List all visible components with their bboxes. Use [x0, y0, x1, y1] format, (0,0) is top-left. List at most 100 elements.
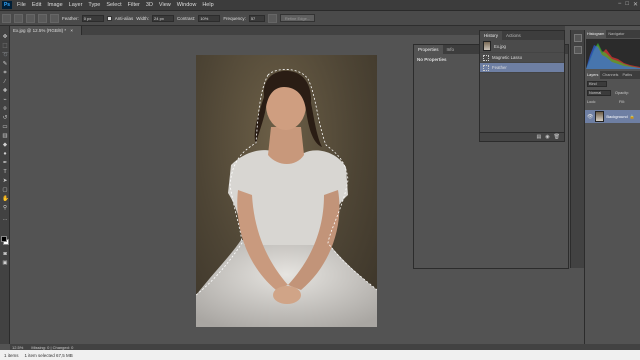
- dodge-tool-icon[interactable]: ●: [2, 151, 8, 157]
- clone-stamp-tool-icon[interactable]: ⍟: [2, 106, 8, 112]
- explorer-status-strip: 1 items 1 item selected 67,5 MB: [0, 350, 640, 360]
- fill-label: Fill:: [619, 100, 625, 104]
- layer-name: Background: [606, 114, 628, 119]
- history-footer: ▤ ◉ 🗑: [480, 132, 564, 141]
- bride-photo: [196, 69, 377, 327]
- tab-channels[interactable]: Channels: [600, 71, 620, 79]
- menu-select[interactable]: Select: [103, 2, 124, 8]
- new-document-from-state-icon[interactable]: ▤: [537, 134, 542, 140]
- tab-history[interactable]: History: [480, 31, 503, 40]
- quick-mask-icon[interactable]: ◙: [2, 251, 8, 257]
- history-panel: History Actions Ex.jpg Magnetic Lasso Fe…: [479, 30, 565, 142]
- menu-edit[interactable]: Edit: [29, 2, 44, 8]
- menu-3d[interactable]: 3D: [143, 2, 156, 8]
- document-tab[interactable]: Ex.jpg @ 12.5% (RGB/8) * ×: [10, 26, 82, 35]
- minimize-button[interactable]: −: [618, 1, 622, 8]
- tab-actions[interactable]: Actions: [502, 31, 525, 40]
- brush-tool-icon[interactable]: ⌁: [2, 97, 8, 103]
- history-item[interactable]: Magnetic Lasso: [480, 53, 564, 63]
- frequency-label: Frequency:: [223, 15, 246, 21]
- properties-panel-icon[interactable]: [574, 46, 582, 54]
- intersect-selection-icon[interactable]: [50, 13, 59, 23]
- path-selection-tool-icon[interactable]: ➤: [2, 178, 8, 184]
- quick-select-tool-icon[interactable]: ✎: [2, 61, 8, 67]
- type-tool-icon[interactable]: T: [2, 169, 8, 175]
- photoshop-logo: Ps: [2, 1, 12, 9]
- antialias-checkbox[interactable]: [106, 15, 112, 21]
- item-count: 1 items: [4, 352, 19, 358]
- antialias-label: Anti-alias: [114, 15, 134, 21]
- menu-type[interactable]: Type: [85, 2, 103, 8]
- history-brush-tool-icon[interactable]: ↺: [2, 115, 8, 121]
- foreground-color-swatch[interactable]: [1, 236, 7, 242]
- marquee-tool-icon[interactable]: ⬚: [2, 43, 8, 49]
- lasso-tool-preset-icon[interactable]: [2, 13, 11, 23]
- menu-file[interactable]: File: [14, 2, 29, 8]
- document-tab-title: Ex.jpg @ 12.5% (RGB/8) *: [13, 28, 67, 33]
- lock-icon: 🔒: [629, 114, 635, 119]
- close-button[interactable]: ✕: [633, 1, 638, 8]
- healing-brush-tool-icon[interactable]: ✚: [2, 88, 8, 94]
- histogram-graph: [586, 39, 640, 69]
- layer-filter-kind[interactable]: Kind: [587, 81, 607, 87]
- new-selection-icon[interactable]: [14, 13, 23, 23]
- gradient-tool-icon[interactable]: ▥: [2, 133, 8, 139]
- more-tools-icon[interactable]: …: [2, 216, 8, 222]
- add-selection-icon[interactable]: [26, 13, 35, 23]
- menu-filter[interactable]: Filter: [125, 2, 143, 8]
- move-tool-icon[interactable]: ✥: [2, 34, 8, 40]
- opacity-label: Opacity:: [615, 91, 629, 95]
- zoom-level[interactable]: 12.5%: [12, 345, 23, 350]
- refine-edge-button[interactable]: Refine Edge...: [279, 14, 316, 22]
- blur-tool-icon[interactable]: ◆: [2, 142, 8, 148]
- screen-mode-icon[interactable]: ▣: [2, 260, 8, 266]
- status-info: Missing: 0 | Changed: 0: [31, 344, 74, 350]
- delete-state-icon[interactable]: 🗑: [554, 134, 560, 140]
- shape-tool-icon[interactable]: ▢: [2, 187, 8, 193]
- create-snapshot-icon[interactable]: ◉: [545, 134, 549, 140]
- tab-layers[interactable]: Layers: [585, 71, 601, 79]
- layer-thumbnail: [595, 111, 605, 122]
- history-item-label: Feather: [492, 65, 507, 70]
- width-input[interactable]: 24 px: [152, 14, 175, 22]
- tab-properties[interactable]: Properties: [414, 45, 443, 54]
- feather-label: Feather:: [62, 15, 79, 21]
- contrast-input[interactable]: 10%: [198, 14, 221, 22]
- menu-window[interactable]: Window: [174, 2, 200, 8]
- pen-pressure-icon[interactable]: [267, 13, 277, 23]
- frequency-input[interactable]: 57: [248, 14, 265, 22]
- menu-view[interactable]: View: [156, 2, 174, 8]
- history-item-label: Ex.jpg: [494, 43, 506, 49]
- tab-info[interactable]: Info: [443, 45, 459, 54]
- lasso-tool-icon[interactable]: ➰: [2, 52, 9, 58]
- zoom-tool-icon[interactable]: ⚲: [2, 205, 8, 211]
- eraser-tool-icon[interactable]: ▭: [2, 124, 8, 130]
- document-canvas[interactable]: [196, 55, 377, 327]
- tab-histogram[interactable]: Histogram: [585, 30, 607, 38]
- document-tab-close-icon[interactable]: ×: [70, 28, 73, 33]
- history-item-label: Magnetic Lasso: [492, 55, 523, 60]
- history-item-selected[interactable]: Feather: [480, 63, 564, 73]
- layer-row-background[interactable]: 👁 Background 🔒: [585, 110, 640, 123]
- menu-layer[interactable]: Layer: [66, 2, 86, 8]
- subtract-selection-icon[interactable]: [38, 13, 47, 23]
- menu-image[interactable]: Image: [44, 2, 65, 8]
- blend-mode-select[interactable]: Normal: [587, 90, 611, 96]
- maximize-button[interactable]: □: [625, 1, 629, 8]
- lasso-icon: [483, 54, 489, 61]
- tab-navigator[interactable]: Navigator: [606, 30, 626, 38]
- feather-icon: [483, 64, 489, 71]
- hand-tool-icon[interactable]: ✋: [2, 196, 9, 202]
- history-snapshot[interactable]: Ex.jpg: [480, 40, 564, 53]
- selection-info: 1 item selected 67,5 MB: [24, 352, 73, 358]
- feather-input[interactable]: 0 px: [81, 14, 104, 22]
- menu-help[interactable]: Help: [199, 2, 216, 8]
- menu-bar: Ps File Edit Image Layer Type Select Fil…: [0, 0, 640, 11]
- tab-paths[interactable]: Paths: [620, 71, 634, 79]
- eyedropper-tool-icon[interactable]: ⁄: [2, 79, 8, 85]
- pen-tool-icon[interactable]: ✒: [2, 160, 8, 166]
- tools-panel: ✥ ⬚ ➰ ✎ ⌗ ⁄ ✚ ⌁ ⍟ ↺ ▭ ▥ ◆ ● ✒ T ➤ ▢ ✋ ⚲ …: [0, 26, 10, 344]
- history-panel-icon[interactable]: [574, 34, 582, 42]
- crop-tool-icon[interactable]: ⌗: [2, 70, 8, 76]
- eye-icon[interactable]: 👁: [587, 114, 593, 120]
